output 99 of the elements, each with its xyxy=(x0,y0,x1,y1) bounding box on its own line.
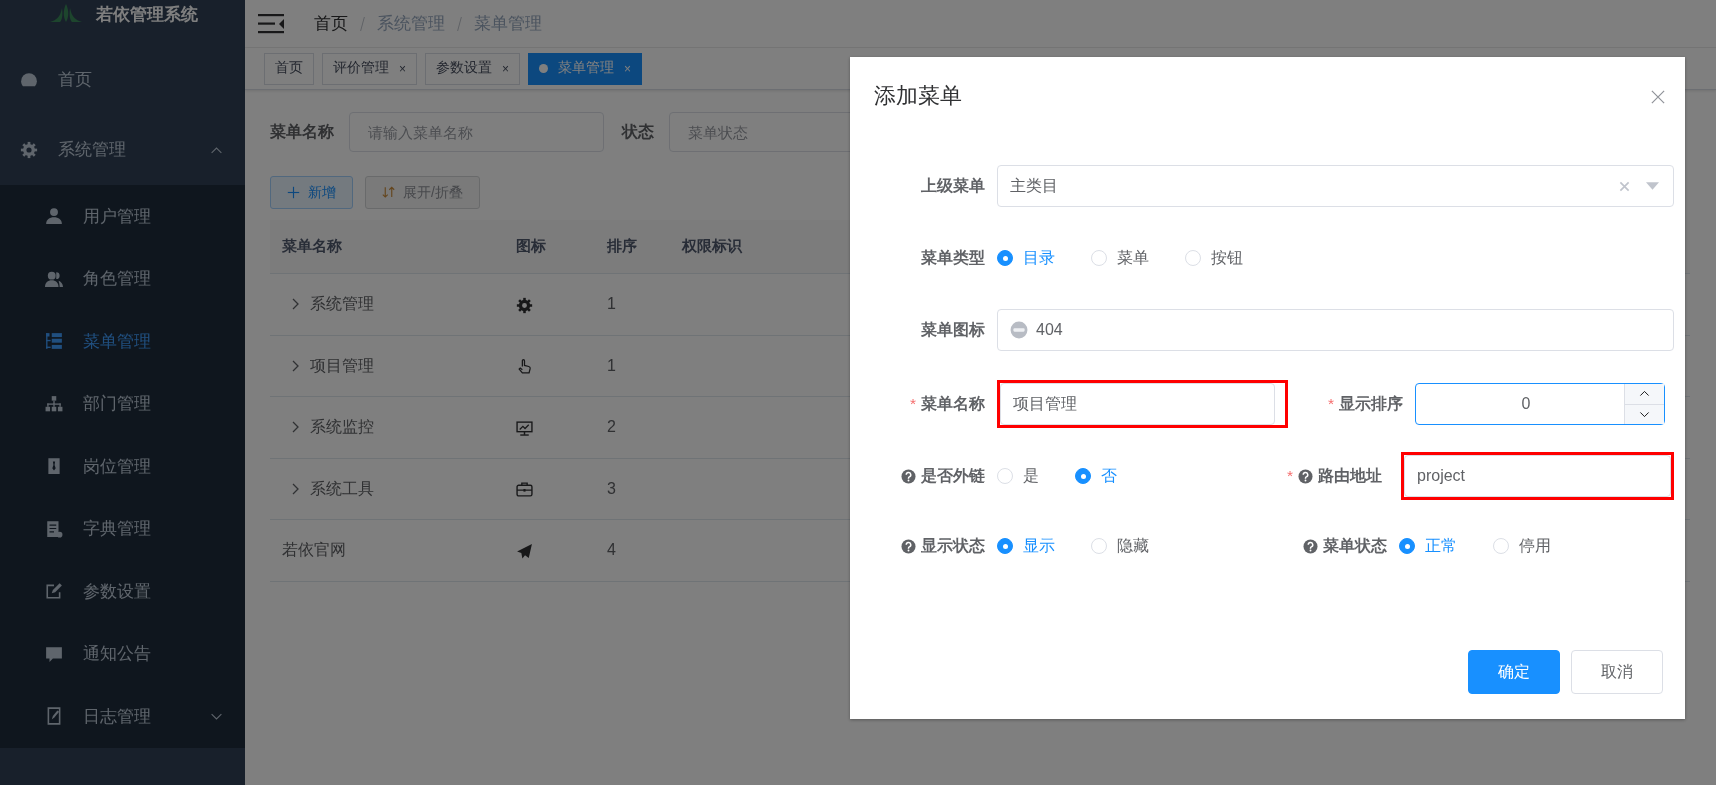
table-cell: 1 xyxy=(607,295,616,313)
input-field[interactable]: 项目管理 xyxy=(1000,383,1275,425)
decrease-button[interactable] xyxy=(1625,403,1664,424)
menu-item[interactable]: 用户管理 xyxy=(0,185,245,248)
radio-label: 停用 xyxy=(1519,536,1551,556)
hierarchy-icon xyxy=(45,394,63,413)
edit-icon xyxy=(45,582,63,601)
toolbox-icon xyxy=(516,481,533,498)
close-button[interactable]: × xyxy=(624,59,632,78)
close-button[interactable]: × xyxy=(502,59,510,78)
table-cell: 3 xyxy=(607,479,616,497)
table-cell-text: 项目管理 xyxy=(310,355,374,376)
menu-item[interactable]: 部门管理 xyxy=(0,372,245,435)
table-cell-text: 若依官网 xyxy=(282,540,346,561)
menu-item[interactable]: 字典管理 xyxy=(0,497,245,560)
menu-item[interactable]: 日志管理 xyxy=(0,685,245,748)
user-icon xyxy=(45,207,63,226)
field-label: 菜单状态 xyxy=(1323,536,1387,557)
field-label: 显示状态 xyxy=(921,536,985,557)
table-cell: 1 xyxy=(607,356,616,374)
active-dot xyxy=(539,64,549,73)
radio-button[interactable] xyxy=(1075,468,1091,484)
required-mark: * xyxy=(1327,394,1334,415)
field-label: 显示排序 xyxy=(1339,394,1403,415)
tree-list-icon xyxy=(45,332,63,351)
input-value: 404 xyxy=(1036,320,1063,340)
menu-icon xyxy=(258,12,284,35)
menu-item[interactable]: 角色管理 xyxy=(0,247,245,310)
radio-label: 目录 xyxy=(1023,248,1055,268)
plus-icon xyxy=(287,186,300,199)
menu-item[interactable]: 岗位管理 xyxy=(0,435,245,498)
required-mark: * xyxy=(1286,466,1293,487)
caret-down-icon xyxy=(1646,182,1659,190)
close-button[interactable]: × xyxy=(399,59,406,78)
clear-icon xyxy=(1619,180,1630,192)
dialog-title: 添加菜单 xyxy=(874,82,962,110)
document-edit-icon xyxy=(45,707,63,726)
sort-icon xyxy=(382,185,395,200)
settings-icon xyxy=(516,296,533,314)
radio-label: 按钮 xyxy=(1211,248,1243,268)
radio-label: 显示 xyxy=(1023,536,1055,556)
field-label: 菜单名称 xyxy=(270,122,334,142)
input-field[interactable]: project xyxy=(1404,455,1671,497)
tab[interactable]: 首页 xyxy=(264,52,314,85)
radio-label: 否 xyxy=(1101,466,1117,486)
menu-item[interactable]: 通知公告 xyxy=(0,622,245,685)
book-icon xyxy=(45,519,63,538)
field-label: 路由地址 xyxy=(1318,466,1382,487)
column-header: 排序 xyxy=(606,236,638,257)
field-label: 状态 xyxy=(622,122,654,142)
input-value: 项目管理 xyxy=(1013,394,1077,414)
select-field[interactable]: 主类目 xyxy=(997,165,1674,207)
tab[interactable]: 评价管理 × xyxy=(322,52,417,85)
table-cell: 2 xyxy=(607,418,616,436)
radio-label: 菜单 xyxy=(1117,248,1149,268)
field-label: 是否外链 xyxy=(921,466,985,487)
menu-item[interactable]: 菜单管理 xyxy=(0,310,245,373)
paper-plane-icon xyxy=(516,542,533,560)
radio-button[interactable] xyxy=(1399,538,1415,554)
menu-item[interactable]: 系统管理 xyxy=(0,115,245,185)
dashboard-icon xyxy=(20,71,38,89)
table-cell-text: 系统工具 xyxy=(310,478,374,499)
radio-label: 正常 xyxy=(1425,536,1457,556)
monitor-chart-icon xyxy=(516,419,533,437)
radio-button[interactable] xyxy=(997,538,1013,554)
field-label: 菜单图标 xyxy=(921,320,985,341)
table-cell-text: 系统监控 xyxy=(310,417,374,438)
menu-item[interactable]: 首页 xyxy=(0,45,245,115)
field-label: 菜单名称 xyxy=(921,394,985,415)
required-mark: * xyxy=(909,394,916,415)
input-value: 0 xyxy=(1520,394,1532,414)
menu-item[interactable]: 参数设置 xyxy=(0,560,245,623)
tab[interactable]: 参数设置 × xyxy=(425,52,521,85)
field-label: 上级菜单 xyxy=(921,176,985,197)
table-cell-text: 系统管理 xyxy=(310,294,374,315)
field-label: 菜单类型 xyxy=(921,248,985,269)
close-icon xyxy=(1651,89,1665,104)
radio-label: 隐藏 xyxy=(1117,536,1149,556)
increase-button[interactable] xyxy=(1625,384,1664,404)
breadcrumb-link[interactable]: 首页 xyxy=(314,10,348,37)
input-value: project xyxy=(1417,466,1466,486)
radio-label: 是 xyxy=(1023,466,1039,486)
confirm-button[interactable]: 确定 xyxy=(1468,650,1560,694)
app-title: 若依管理系统 xyxy=(95,4,198,26)
icon-select-field[interactable]: 404 xyxy=(997,309,1674,351)
chat-icon xyxy=(45,644,63,663)
settings-icon xyxy=(20,141,38,159)
table-cell: 4 xyxy=(607,541,616,559)
column-header: 菜单名称 xyxy=(281,236,343,257)
column-header: 权限标识 xyxy=(680,236,742,257)
badge-icon xyxy=(45,457,63,476)
add-button[interactable]: 新增 xyxy=(270,176,353,209)
tab[interactable]: 菜单管理 × xyxy=(528,52,643,85)
cancel-button[interactable]: 取消 xyxy=(1571,650,1663,694)
number-field[interactable]: 0 xyxy=(1415,383,1665,425)
column-header: 图标 xyxy=(515,236,547,257)
select-value: 主类目 xyxy=(1010,176,1059,196)
radio-button[interactable] xyxy=(997,250,1013,266)
users-icon xyxy=(45,269,63,288)
